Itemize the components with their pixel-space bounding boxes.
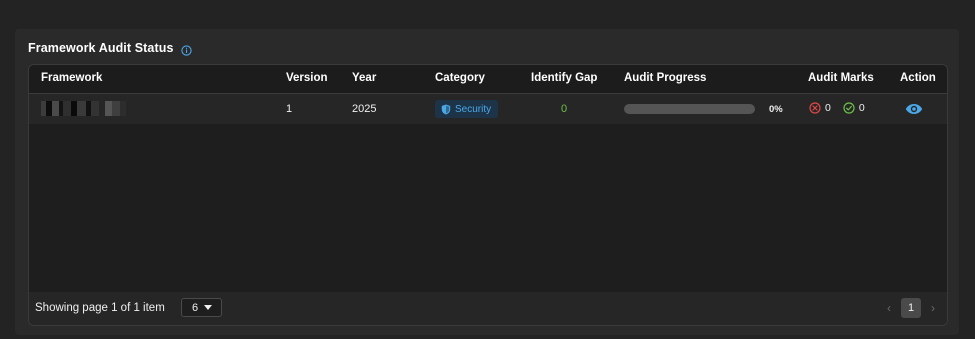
column-header-identify-gap: Identify Gap: [531, 72, 598, 84]
pagination-summary: Showing page 1 of 1 item: [35, 302, 165, 314]
shield-icon: [441, 104, 451, 114]
page-size-value: 6: [192, 301, 199, 314]
chevron-left-icon[interactable]: ‹: [883, 301, 895, 315]
identify-gap-value: 0: [561, 103, 568, 115]
audit-progress-label: 0%: [769, 104, 783, 115]
column-header-audit-marks: Audit Marks: [808, 72, 874, 84]
column-header-year: Year: [352, 72, 377, 84]
eye-icon[interactable]: [905, 103, 923, 115]
audit-marks: 0 0: [809, 102, 865, 114]
framework-year: 2025: [352, 103, 377, 115]
column-header-audit-progress: Audit Progress: [624, 72, 707, 84]
marks-passed-count: 0: [858, 102, 865, 114]
pagination: ‹ 1 ›: [883, 298, 939, 318]
column-header-framework: Framework: [41, 72, 103, 84]
audit-progress-bar: [624, 104, 755, 114]
table-footer: Showing page 1 of 1 item 6 ‹ 1 ›: [29, 292, 947, 325]
table-header: Framework Version Year Category Identify…: [29, 65, 947, 94]
page-size-select[interactable]: 6: [181, 298, 222, 317]
column-header-version: Version: [286, 72, 328, 84]
x-circle-icon: [809, 102, 821, 114]
category-label: Security: [455, 103, 492, 115]
column-header-category: Category: [435, 72, 485, 84]
audit-table: Framework Version Year Category Identify…: [28, 64, 948, 326]
column-header-action: Action: [900, 72, 936, 84]
info-circle-icon[interactable]: [180, 43, 192, 56]
panel-title: Framework Audit Status: [28, 41, 174, 55]
framework-audit-panel: Framework Audit Status Framework Version…: [15, 29, 959, 335]
chevron-right-icon[interactable]: ›: [927, 301, 939, 315]
framework-name-redacted: [41, 101, 126, 116]
check-circle-icon: [843, 102, 855, 114]
category-badge: Security: [435, 100, 499, 118]
page-button-current[interactable]: 1: [901, 298, 921, 318]
panel-header: Framework Audit Status: [28, 39, 192, 57]
table-row[interactable]: 1 2025 Security 0 0% 0 0: [29, 94, 947, 124]
framework-version: 1: [286, 103, 293, 115]
caret-down-icon: [204, 305, 213, 310]
marks-failed-count: 0: [825, 102, 831, 114]
